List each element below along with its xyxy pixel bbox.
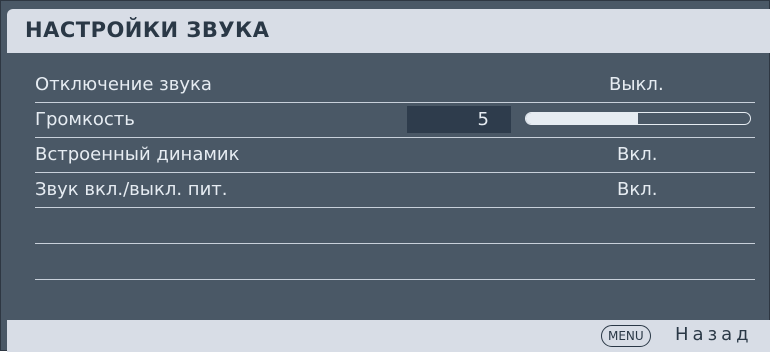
header-bar: НАСТРОЙКИ ЗВУКА [7,9,770,53]
volume-label: Громкость [35,109,135,130]
sound-settings-osd: НАСТРОЙКИ ЗВУКА Отключение звука Выкл. Г… [0,0,770,352]
row-divider [35,172,755,173]
volume-value: 5 [477,109,489,130]
mute-value[interactable]: Выкл. [609,74,664,95]
mute-label: Отключение звука [35,74,212,95]
row-divider [35,137,755,138]
menu-row-empty [35,246,755,280]
row-divider [35,279,755,280]
footer-bar: MENU Назад [7,320,770,352]
row-divider [35,102,755,103]
menu-row-power-sound[interactable]: Звук вкл./выкл. пит. Вкл. [35,174,755,208]
menu-row-mute[interactable]: Отключение звука Выкл. [35,69,755,103]
row-divider [35,207,755,208]
page-title: НАСТРОЙКИ ЗВУКА [25,18,270,42]
menu-row-empty [35,210,755,244]
volume-number-box: 5 [407,106,511,133]
row-divider [35,243,755,244]
back-label[interactable]: Назад [675,324,753,345]
menu-row-builtin-speaker[interactable]: Встроенный динамик Вкл. [35,139,755,173]
menu-row-volume[interactable]: Громкость 5 [35,104,755,138]
volume-slider-fill [526,113,638,124]
volume-slider[interactable] [525,112,751,125]
builtin-speaker-label: Встроенный динамик [35,144,240,165]
power-sound-label: Звук вкл./выкл. пит. [35,179,228,200]
power-sound-value[interactable]: Вкл. [617,179,657,200]
menu-button-icon[interactable]: MENU [601,325,651,347]
builtin-speaker-value[interactable]: Вкл. [617,144,657,165]
